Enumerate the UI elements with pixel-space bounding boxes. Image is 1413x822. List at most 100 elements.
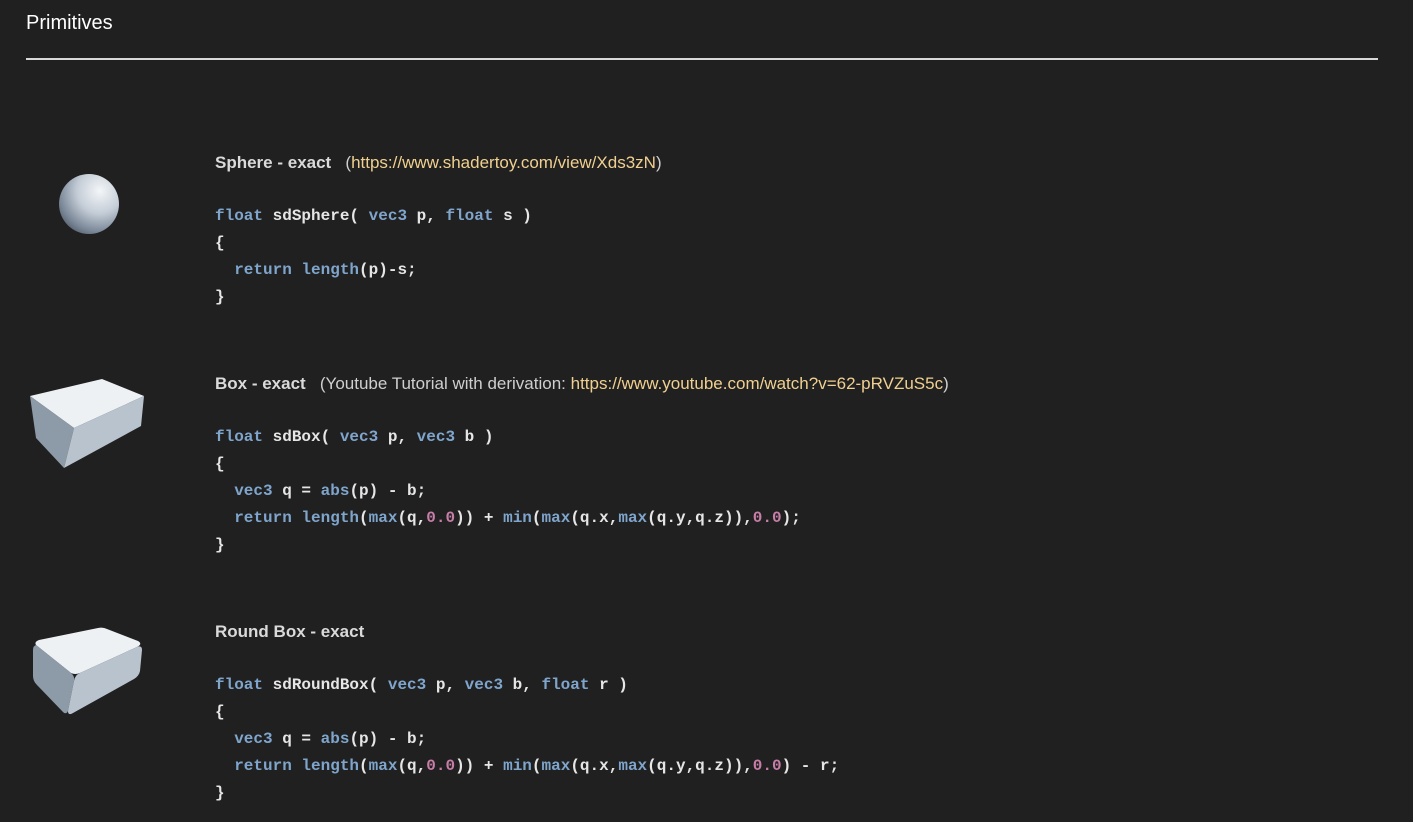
- code-keyword: abs: [320, 730, 350, 748]
- code-text: );: [781, 509, 801, 527]
- code-line: vec3 q = abs(p) - b;: [215, 730, 426, 748]
- code-text: sdSphere(: [263, 207, 369, 225]
- entry-title: Round Box - exact: [215, 622, 365, 641]
- code-keyword: vec3: [416, 428, 456, 446]
- code-keyword: max: [541, 757, 571, 775]
- code-keyword: float: [215, 428, 264, 446]
- code-text: sdRoundBox(: [263, 676, 388, 694]
- code-line: float sdSphere( vec3 p, float s ): [215, 207, 532, 225]
- code-text: {: [215, 455, 225, 473]
- code-line: return length(max(q,0.0)) + min(max(q.x,…: [215, 757, 839, 775]
- code-text: (: [359, 509, 369, 527]
- code-text: {: [215, 234, 225, 252]
- code-keyword: length: [301, 509, 360, 527]
- code-line: float sdBox( vec3 p, vec3 b ): [215, 428, 493, 446]
- code-text: r ): [589, 676, 628, 694]
- code-keyword: length: [301, 757, 360, 775]
- code-line: }: [215, 784, 225, 802]
- code-line: {: [215, 703, 225, 721]
- code-text: }: [215, 536, 225, 554]
- code-keyword: min: [503, 757, 532, 775]
- code-text: (q.x,: [570, 509, 619, 527]
- code-text: (: [359, 757, 369, 775]
- round-box-icon: [33, 627, 142, 715]
- code-keyword: return: [234, 261, 292, 279]
- code-text: q =: [272, 730, 321, 748]
- code-line: return length(max(q,0.0)) + min(max(q.x,…: [215, 509, 801, 527]
- code-text: }: [215, 784, 225, 802]
- code-keyword: float: [215, 676, 264, 694]
- code-text: ) - r;: [781, 757, 840, 775]
- code-line: }: [215, 288, 225, 306]
- code-text: (q.y,q.z)),: [647, 509, 753, 527]
- code-keyword: max: [618, 509, 648, 527]
- sphere-icon: [59, 174, 119, 234]
- code-text: (p)-s;: [359, 261, 417, 279]
- code-text: (: [531, 509, 542, 527]
- entry-link[interactable]: https://www.youtube.com/watch?v=62-pRVZu…: [571, 374, 943, 393]
- code-text: q =: [272, 482, 321, 500]
- code-text: p,: [426, 676, 465, 694]
- code-keyword: vec3: [339, 428, 379, 446]
- code-text: p,: [407, 207, 446, 225]
- code-line: }: [215, 536, 225, 554]
- code-keyword: float: [541, 676, 590, 694]
- code-number: 0.0: [752, 509, 782, 527]
- code-keyword: vec3: [234, 730, 273, 748]
- code-text: (p) - b;: [349, 482, 427, 500]
- section-title: Primitives: [26, 12, 113, 34]
- entry-note-suffix: ): [943, 374, 949, 393]
- code-keyword: length: [301, 261, 360, 279]
- code-text: )) +: [455, 757, 504, 775]
- code-text: (q.x,: [570, 757, 619, 775]
- code-keyword: min: [503, 509, 532, 527]
- code-line: return length(p)-s;: [215, 261, 417, 279]
- code-number: 0.0: [426, 509, 456, 527]
- code-keyword: vec3: [368, 207, 408, 225]
- code-keyword: abs: [320, 482, 350, 500]
- code-text: }: [215, 288, 225, 306]
- code-text: {: [215, 703, 225, 721]
- code-text: (q.y,q.z)),: [647, 757, 753, 775]
- code-keyword: return: [234, 757, 292, 775]
- box-icon: [30, 379, 144, 468]
- code-line: float sdRoundBox( vec3 p, vec3 b, float …: [215, 676, 628, 694]
- code-number: 0.0: [426, 757, 456, 775]
- entry-header-sphere: Sphere - exact (https://www.shadertoy.co…: [215, 153, 662, 173]
- code-text: b,: [503, 676, 542, 694]
- code-keyword: max: [618, 757, 648, 775]
- code-line: {: [215, 234, 225, 252]
- code-keyword: vec3: [464, 676, 504, 694]
- code-block-round-box: float sdRoundBox( vec3 p, vec3 b, float …: [215, 672, 839, 807]
- code-text: )) +: [455, 509, 504, 527]
- code-text: s ): [493, 207, 532, 225]
- code-keyword: return: [234, 509, 292, 527]
- section-divider: [26, 58, 1378, 60]
- code-keyword: vec3: [387, 676, 427, 694]
- code-keyword: max: [541, 509, 571, 527]
- entry-header-box: Box - exact (Youtube Tutorial with deriv…: [215, 374, 949, 394]
- code-keyword: max: [368, 509, 398, 527]
- entry-title: Sphere - exact: [215, 153, 332, 172]
- code-line: {: [215, 455, 225, 473]
- entry-note-prefix: (Youtube Tutorial with derivation:: [319, 374, 571, 393]
- entry-note-suffix: ): [655, 153, 662, 172]
- code-line: vec3 q = abs(p) - b;: [215, 482, 426, 500]
- code-number: 0.0: [752, 757, 782, 775]
- code-text: sdBox(: [263, 428, 340, 446]
- code-text: (: [531, 757, 542, 775]
- code-text: (q,: [397, 757, 427, 775]
- code-block-box: float sdBox( vec3 p, vec3 b ) { vec3 q =…: [215, 424, 801, 559]
- entry-link[interactable]: https://www.shadertoy.com/view/Xds3zN: [351, 153, 656, 172]
- code-text: (p) - b;: [349, 730, 427, 748]
- code-keyword: float: [445, 207, 494, 225]
- entry-title: Box - exact: [215, 374, 306, 393]
